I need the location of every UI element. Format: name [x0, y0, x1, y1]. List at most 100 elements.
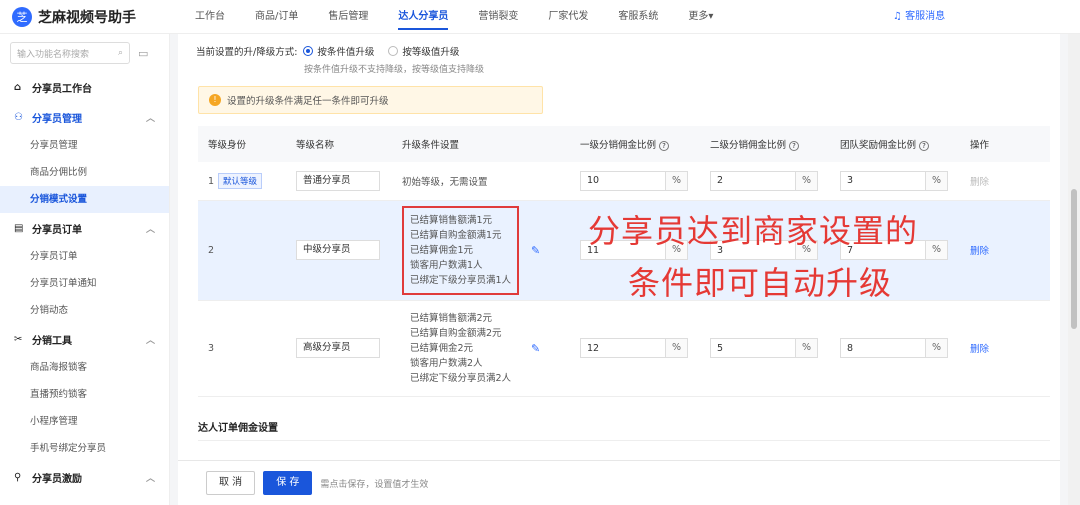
nav-item-more[interactable]: 更多▾	[673, 0, 728, 34]
notice-text: 设置的升级条件满足任一条件即可升级	[227, 96, 389, 107]
annotation-box: 已结算销售额满1元 已结算自购金额满1元 已结算佣金1元 锁客用户数满1人 已绑…	[402, 205, 520, 295]
first-commission-input[interactable]: 12%	[580, 338, 688, 358]
sidebar-item-live-reserve-lock[interactable]: 直播预约锁客	[0, 381, 169, 408]
radio-dot-icon	[388, 46, 399, 56]
home-icon: ⌂	[14, 81, 22, 93]
sidebar-group-label: 分享员激励	[32, 473, 82, 485]
upgrade-mode-tip: 按条件值升级不支持降级，按等级值支持降级	[304, 65, 485, 75]
condition-line: 锁客用户数满1人	[410, 259, 483, 271]
cancel-button[interactable]: 取 消	[206, 471, 256, 495]
service-message-link[interactable]: ♫ 客服消息	[893, 0, 945, 34]
table-header-row: 等级身份 等级名称 升级条件设置 一级分销佣金比例? 二级分销佣金比例? 团队奖…	[198, 126, 1050, 162]
help-icon[interactable]: ?	[919, 141, 930, 151]
condition-line: 已绑定下级分享员满1人	[410, 274, 512, 286]
sidebar-group-workbench[interactable]: ⌂ 分享员工作台	[0, 72, 169, 102]
default-level-badge: 默认等级	[218, 172, 263, 189]
chevron-up-icon: ︿	[145, 473, 155, 484]
sidebar-item-sharer-orders[interactable]: 分享员订单	[0, 243, 169, 270]
divider	[198, 440, 1050, 441]
edit-pencil-icon[interactable]: ✎	[531, 342, 540, 355]
sidebar-group-sharer-management[interactable]: ⚇ 分享员管理 ︿	[0, 102, 169, 132]
level-name-input[interactable]: 高级分享员	[296, 338, 380, 358]
nav-item-marketing[interactable]: 营销裂变	[463, 0, 533, 34]
delete-link[interactable]: 删除	[970, 344, 989, 355]
scrollbar-thumb[interactable]	[1071, 189, 1077, 329]
chevron-up-icon: ︿	[145, 113, 155, 124]
trophy-icon: ⚲	[14, 471, 22, 483]
upgrade-mode-label: 当前设置的升/降级方式:	[196, 47, 298, 58]
annotation-text-line2: 条件即可自动升级	[628, 264, 893, 302]
sidebar-item-order-notification[interactable]: 分享员订单通知	[0, 270, 169, 297]
annotation-text-line1: 分享员达到商家设置的	[588, 212, 919, 250]
conditions-cell: 初始等级，无需设置	[392, 162, 570, 201]
second-commission-input[interactable]: 2%	[710, 170, 818, 191]
header-second-commission: 二级分销佣金比例?	[700, 126, 830, 162]
header-level: 等级身份	[198, 126, 286, 162]
tools-icon: ✂	[14, 333, 23, 345]
sesame-logo-icon: 芝	[12, 6, 32, 27]
upgrade-mode-row: 当前设置的升/降级方式: 按条件值升级 按等级值升级	[196, 44, 473, 58]
sidebar-group-sharer-orders[interactable]: ▤ 分享员订单 ︿	[0, 213, 169, 243]
help-icon[interactable]: ?	[789, 141, 800, 151]
level-table: 等级身份 等级名称 升级条件设置 一级分销佣金比例? 二级分销佣金比例? 团队奖…	[198, 126, 1050, 397]
sidebar-group-distribution-tools[interactable]: ✂ 分销工具 ︿	[0, 324, 169, 354]
header-name: 等级名称	[286, 126, 392, 162]
nav-item-dropship[interactable]: 厂家代发	[533, 0, 603, 34]
sidebar-item-commission-ratio[interactable]: 商品分佣比例	[0, 159, 169, 186]
layout-icon[interactable]: ▭	[138, 47, 148, 60]
bell-icon: ♫	[893, 11, 902, 22]
users-icon: ⚇	[14, 111, 23, 123]
sidebar-item-distribution-mode[interactable]: 分销模式设置	[0, 186, 169, 213]
sidebar-search-input[interactable]: 输入功能名称搜索 ⌕	[10, 42, 130, 64]
orders-icon: ▤	[14, 222, 24, 234]
sidebar-item-distribution-feed[interactable]: 分销动态	[0, 297, 169, 324]
sidebar-item-sharer-management[interactable]: 分享员管理	[0, 132, 169, 159]
radio-dot-icon	[303, 46, 314, 56]
chevron-up-icon: ︿	[145, 335, 155, 346]
level-name-input[interactable]: 中级分享员	[296, 240, 380, 260]
nav-item-after-sales[interactable]: 售后管理	[313, 0, 383, 34]
help-icon[interactable]: ?	[659, 141, 670, 151]
table-row: 1 默认等级 普通分享员 初始等级，无需设置 10% 2% 3% 删除	[198, 162, 1050, 201]
chevron-up-icon: ︿	[145, 224, 155, 235]
top-nav: 工作台 商品/订单 售后管理 达人分享员 营销裂变 厂家代发 客服系统 更多▾	[180, 0, 728, 34]
sidebar-group-label: 分享员工作台	[32, 83, 92, 95]
save-button[interactable]: 保 存	[263, 471, 313, 495]
main-content: 当前设置的升/降级方式: 按条件值升级 按等级值升级 按条件值升级不支持降级，按…	[170, 34, 1068, 505]
brand-name: 芝麻视频号助手	[38, 9, 136, 26]
level-cell: 1 默认等级	[198, 162, 286, 201]
radio-level-upgrade[interactable]: 按等级值升级	[388, 44, 459, 58]
nav-item-customer-service[interactable]: 客服系统	[603, 0, 673, 34]
service-message-label: 客服消息	[905, 11, 946, 22]
sidebar-group-sharer-incentive[interactable]: ⚲ 分享员激励 ︿	[0, 462, 169, 492]
radio-label: 按等级值升级	[402, 47, 460, 58]
notice-bar: ! 设置的升级条件满足任一条件即可升级	[198, 86, 543, 114]
sidebar-group-label: 分享员管理	[32, 113, 82, 125]
section-title: 达人订单佣金设置	[198, 423, 278, 434]
team-commission-input[interactable]: 8%	[840, 338, 948, 358]
second-commission-input[interactable]: 5%	[710, 338, 818, 358]
delete-link[interactable]: 删除	[970, 246, 989, 257]
page-scrollbar[interactable]	[1068, 34, 1080, 505]
brand[interactable]: 芝 芝麻视频号助手	[0, 6, 180, 27]
header-team-commission: 团队奖励佣金比例?	[830, 126, 960, 162]
sidebar-item-miniprogram[interactable]: 小程序管理	[0, 408, 169, 435]
condition-line: 已结算自购金额满1元	[410, 229, 502, 241]
header-first-commission: 一级分销佣金比例?	[570, 126, 700, 162]
sidebar: 输入功能名称搜索 ⌕ ▭ ⌂ 分享员工作台 ⚇ 分享员管理 ︿ 分享员管理 商品分佣…	[0, 34, 170, 505]
sidebar-item-poster-lock[interactable]: 商品海报锁客	[0, 354, 169, 381]
nav-item-workbench[interactable]: 工作台	[180, 0, 240, 34]
edit-pencil-icon[interactable]: ✎	[531, 244, 540, 257]
sidebar-group-label: 分销工具	[32, 335, 72, 347]
sidebar-item-phone-bind[interactable]: 手机号绑定分享员	[0, 435, 169, 462]
nav-item-products-orders[interactable]: 商品/订单	[240, 0, 313, 34]
radio-condition-upgrade[interactable]: 按条件值升级	[303, 44, 374, 58]
top-bar: 芝 芝麻视频号助手 工作台 商品/订单 售后管理 达人分享员 营销裂变 厂家代发…	[0, 0, 1080, 34]
level-name-input[interactable]: 普通分享员	[296, 170, 380, 191]
table-row: 3 高级分享员 已结算销售额满2元 已结算自购金额满2元 已结算佣金2元 锁客用…	[198, 300, 1050, 397]
team-commission-input[interactable]: 3%	[840, 170, 948, 191]
first-commission-input[interactable]: 10%	[580, 170, 688, 191]
level-cell: 3	[198, 300, 286, 397]
warning-icon: !	[209, 94, 221, 106]
nav-item-sharers[interactable]: 达人分享员	[383, 0, 463, 34]
